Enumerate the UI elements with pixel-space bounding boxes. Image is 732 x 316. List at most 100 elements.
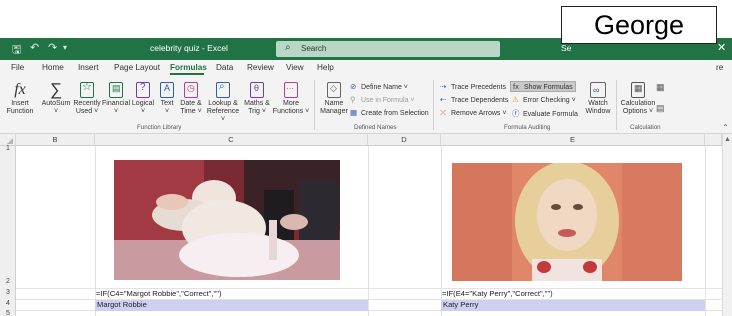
worksheet-grid[interactable]: =IF(C4="Margot Robbie","Correct","") =IF… <box>16 146 732 316</box>
cell-e3[interactable]: =IF(E4="Katy Perry","Correct","") <box>442 289 553 298</box>
tab-file[interactable]: File <box>11 63 24 72</box>
scroll-up-icon[interactable]: ▲ <box>724 136 731 143</box>
calculation-options-button[interactable]: Calculation Options ˅ <box>620 82 656 116</box>
trace-precedents-label: Trace Precedents <box>451 84 506 91</box>
define-name-icon: ⊘ <box>350 82 357 91</box>
autosum-button[interactable]: ∑ AutoSum ˅ <box>40 80 72 116</box>
name-manager-icon <box>327 82 341 98</box>
share-partial[interactable]: re <box>716 63 723 72</box>
name-manager-button[interactable]: Name Manager <box>318 82 350 116</box>
calculation-options-label-2: Options ˅ <box>622 108 654 115</box>
financial-label-2: ˅ <box>113 108 119 115</box>
grid-line <box>368 146 369 316</box>
redo-icon[interactable]: ↷ <box>48 41 57 54</box>
search-icon: ⌕ <box>285 42 291 53</box>
calculate-sheet-icon[interactable]: ▤ <box>656 103 665 114</box>
tab-help[interactable]: Help <box>317 63 334 72</box>
column-header-f[interactable] <box>705 134 722 146</box>
more-functions-button[interactable]: More Functions ˅ <box>272 82 310 116</box>
cell-e4-highlight <box>441 300 705 311</box>
insert-function-label-1: Insert <box>11 100 29 107</box>
use-in-formula-button[interactable]: ⚲ Use in Formula ˅ <box>350 95 415 104</box>
financial-button[interactable]: Financial ˅ <box>102 82 130 116</box>
autosum-label-2: ˅ <box>53 108 59 115</box>
show-formulas-button[interactable]: fx Show Formulas <box>510 81 576 92</box>
show-formulas-label: Show Formulas <box>524 84 573 91</box>
create-from-selection-button[interactable]: ▦ Create from Selection <box>350 108 429 117</box>
group-separator <box>616 80 617 130</box>
trace-dependents-label: Trace Dependents <box>451 97 509 104</box>
grid-line <box>705 146 706 316</box>
remove-arrows-label: Remove Arrows ˅ <box>451 110 507 117</box>
autosum-label-1: AutoSum <box>41 100 71 107</box>
date-time-button[interactable]: Date & Time ˅ <box>178 82 204 116</box>
watch-window-button[interactable]: Watch Window <box>582 82 614 116</box>
tab-insert[interactable]: Insert <box>78 63 98 72</box>
financial-icon <box>109 82 123 98</box>
column-header-e[interactable]: E <box>441 134 705 146</box>
celebrity-photo-1[interactable] <box>114 160 340 280</box>
row-header-2[interactable]: 2 <box>0 278 16 285</box>
lookup-icon <box>216 82 230 98</box>
row-header-1[interactable]: 1 <box>0 145 16 152</box>
collapse-ribbon-icon[interactable]: ⌃ <box>722 123 729 132</box>
group-label-defined-names: Defined Names <box>354 124 397 131</box>
more-functions-label-1: More <box>283 100 299 107</box>
column-headers: B C D E <box>0 134 732 146</box>
row-headers: 1 2 3 4 5 <box>0 145 16 316</box>
recently-used-button[interactable]: Recently Used ˅ <box>73 82 101 116</box>
column-header-d[interactable]: D <box>368 134 441 146</box>
group-separator <box>433 80 434 130</box>
tab-page-layout[interactable]: Page Layout <box>114 63 160 72</box>
sigma-icon: ∑ <box>49 80 63 99</box>
group-separator <box>314 80 315 130</box>
cell-c3[interactable]: =IF(C4="Margot Robbie","Correct","") <box>96 289 221 298</box>
warning-icon: ⚠ <box>512 95 519 104</box>
text-button[interactable]: Text ˅ <box>157 82 177 116</box>
error-checking-button[interactable]: ⚠ Error Checking ˅ <box>512 95 576 104</box>
row-header-4[interactable]: 4 <box>0 300 16 307</box>
celebrity-photo-2[interactable] <box>452 163 682 281</box>
column-header-c[interactable]: C <box>95 134 368 146</box>
name-manager-label-2: Manager <box>320 108 348 115</box>
cell-c4[interactable]: Margot Robbie <box>97 300 147 309</box>
vertical-scrollbar[interactable]: ▲ <box>722 134 732 316</box>
undo-icon[interactable]: ↶ <box>30 41 39 54</box>
remove-arrows-button[interactable]: ⤫ Remove Arrows ˅ <box>440 108 506 118</box>
row-header-3[interactable]: 3 <box>0 289 16 296</box>
logical-button[interactable]: Logical ˅ <box>130 82 156 116</box>
logical-icon <box>136 82 150 98</box>
tab-formulas[interactable]: Formulas <box>170 63 207 72</box>
save-icon[interactable]: 🖫 <box>12 41 21 60</box>
math-trig-button[interactable]: Maths & Trig ˅ <box>242 82 272 116</box>
insert-function-button[interactable]: fx Insert Function <box>4 82 36 116</box>
trace-dependents-icon: ⇠ <box>440 95 447 104</box>
calculate-now-icon[interactable]: ▦ <box>656 82 665 93</box>
tab-review[interactable]: Review <box>247 63 274 72</box>
lookup-reference-button[interactable]: Lookup & Reference ˅ <box>204 82 242 124</box>
watch-window-icon <box>590 82 606 98</box>
tab-view[interactable]: View <box>286 63 304 72</box>
remove-arrows-icon: ⤫ <box>440 108 446 117</box>
user-name-partial: Se <box>561 43 572 53</box>
tab-home[interactable]: Home <box>42 63 64 72</box>
group-label-calculation: Calculation <box>630 124 661 131</box>
close-icon[interactable]: ✕ <box>717 41 726 54</box>
trace-dependents-button[interactable]: ⇠ Trace Dependents <box>440 95 508 104</box>
evaluate-formula-icon: ⓕ <box>512 109 520 118</box>
define-name-label: Define Name ˅ <box>361 84 408 91</box>
cell-e4[interactable]: Katy Perry <box>443 300 478 309</box>
trace-precedents-button[interactable]: ⇢ Trace Precedents <box>440 82 506 91</box>
create-from-selection-label: Create from Selection <box>361 110 429 117</box>
ribbon: fx Insert Function ∑ AutoSum ˅ Recently … <box>0 76 732 134</box>
text-icon <box>160 82 174 98</box>
tab-data[interactable]: Data <box>216 63 233 72</box>
row-header-5[interactable]: 5 <box>0 310 16 316</box>
financial-label-1: Financial <box>102 100 131 107</box>
clock-icon <box>184 82 198 98</box>
evaluate-formula-button[interactable]: ⓕ Evaluate Formula <box>512 108 578 119</box>
search-box[interactable]: ⌕ Search <box>276 41 500 57</box>
customize-toolbar-icon[interactable]: ▾ <box>63 43 67 52</box>
column-header-b[interactable]: B <box>16 134 95 146</box>
define-name-button[interactable]: ⊘ Define Name ˅ <box>350 82 408 91</box>
